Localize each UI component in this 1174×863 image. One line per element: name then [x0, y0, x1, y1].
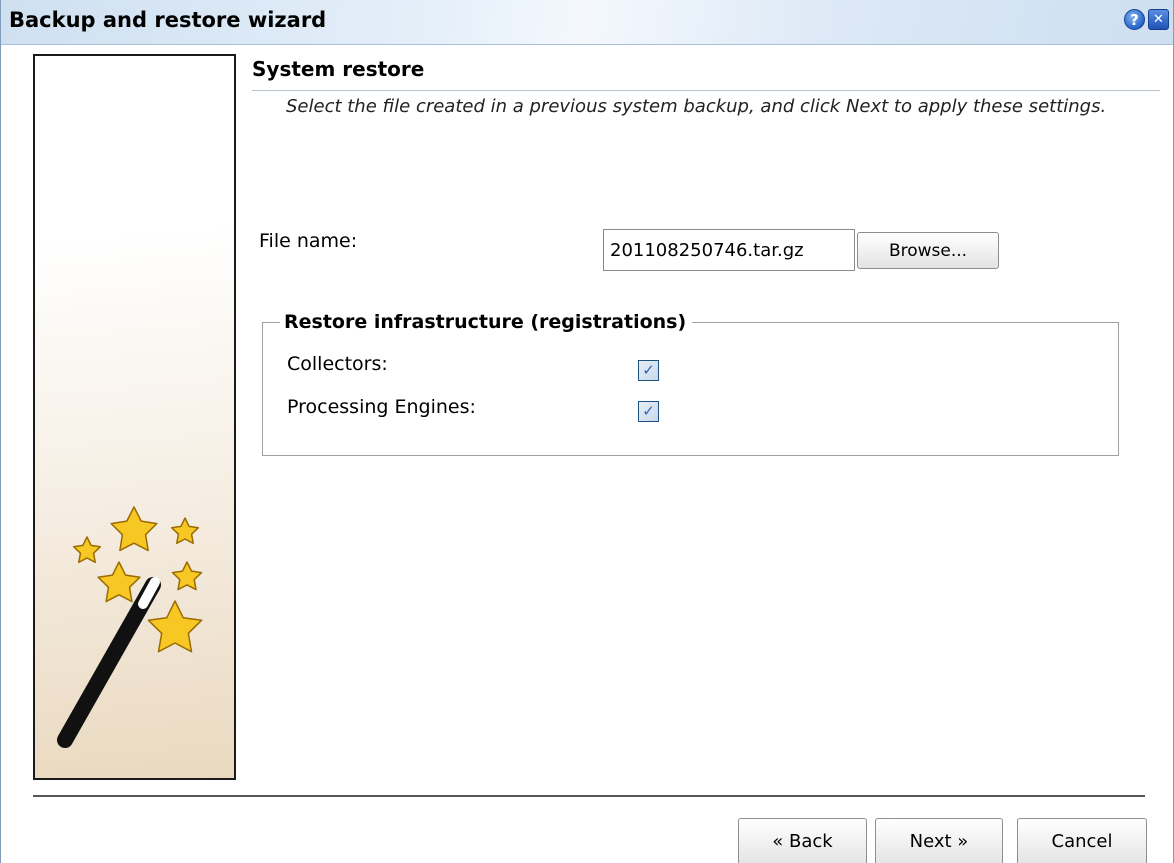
close-icon[interactable]: ✕	[1148, 9, 1169, 30]
next-button[interactable]: Next »	[875, 818, 1003, 863]
star-icon	[147, 600, 203, 653]
star-icon	[170, 517, 200, 545]
star-icon	[171, 561, 203, 591]
cancel-button[interactable]: Cancel	[1017, 818, 1147, 863]
browse-button[interactable]: Browse...	[857, 232, 999, 269]
section-description: Select the file created in a previous sy…	[286, 96, 1107, 117]
section-title: System restore	[252, 57, 425, 81]
wizard-dialog: Backup and restore wizard ? ✕ System res…	[0, 0, 1174, 863]
processing-engines-label: Processing Engines:	[287, 396, 476, 418]
star-icon	[110, 506, 158, 552]
file-name-input[interactable]	[603, 229, 855, 271]
dialog-title: Backup and restore wizard	[9, 8, 327, 32]
magic-wand-stars-icon	[57, 506, 203, 748]
collectors-label: Collectors:	[287, 353, 388, 375]
star-icon	[97, 561, 141, 603]
footer-divider	[33, 795, 1145, 797]
help-icon[interactable]: ?	[1124, 9, 1145, 30]
processing-engines-checkbox[interactable]: ✓	[638, 401, 659, 422]
wizard-side-panel	[33, 54, 236, 780]
file-name-label: File name:	[259, 230, 358, 252]
wand-shaft	[57, 577, 161, 748]
star-icon	[72, 536, 102, 564]
restore-infrastructure-legend: Restore infrastructure (registrations)	[280, 311, 693, 333]
back-button[interactable]: « Back	[738, 818, 867, 863]
section-divider	[252, 90, 1160, 91]
restore-infrastructure-group	[262, 322, 1119, 456]
collectors-checkbox[interactable]: ✓	[638, 360, 659, 381]
title-bar[interactable]: Backup and restore wizard ? ✕	[1, 0, 1173, 45]
